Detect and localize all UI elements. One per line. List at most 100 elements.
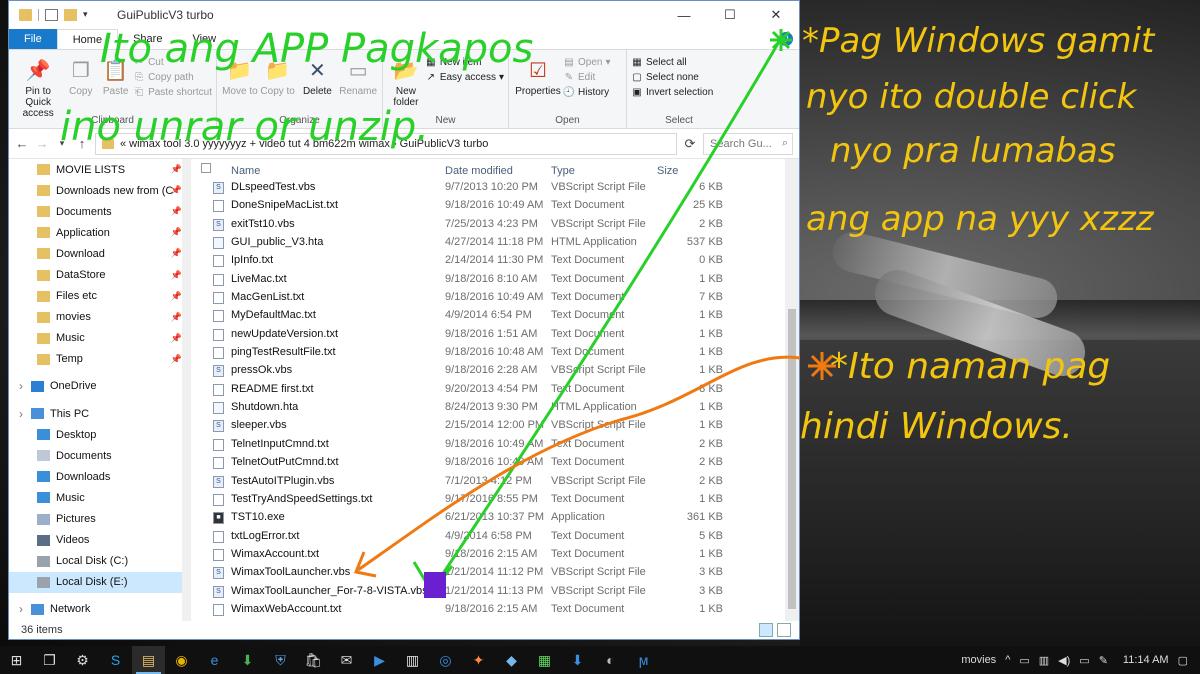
tray-label[interactable]: movies	[961, 654, 996, 666]
network-tool-icon[interactable]: ◎	[429, 646, 462, 674]
up-arrow-icon[interactable]: ↑	[75, 136, 89, 151]
nav-pc-7[interactable]: Local Disk (E:)	[9, 571, 190, 593]
file-row[interactable]: README first.txt 9/20/2013 4:54 PM Text Do…	[191, 381, 785, 399]
store-icon[interactable]: 🛍	[297, 646, 330, 674]
file-row[interactable]: SexitTst10.vbs 7/25/2013 4:23 PM VBScript …	[191, 216, 785, 234]
move-to-button[interactable]: 📁 Move to	[221, 54, 259, 98]
col-size[interactable]: Size	[657, 165, 678, 177]
file-explorer-icon[interactable]: ▤	[132, 646, 165, 674]
copy-path-button[interactable]: ⎘ Copy path	[133, 71, 212, 83]
col-type[interactable]: Type	[551, 165, 575, 177]
file-row[interactable]: LiveMac.txt 9/18/2016 8:10 AM Text Documen…	[191, 271, 785, 289]
skype-icon[interactable]: S	[99, 646, 132, 674]
customize-toolbar-icon[interactable]: ▾	[83, 9, 91, 21]
easy-access-button[interactable]: ↗ Easy access ▾	[425, 71, 504, 83]
file-row[interactable]: GUI_public_V3.hta 4/27/2014 11:18 PM HTML …	[191, 234, 785, 252]
navigation-pane[interactable]: MOVIE LISTS 📌 Downloads new from (C 📌 Docume…	[9, 159, 191, 621]
help-icon[interactable]: ?	[779, 32, 793, 46]
file-row[interactable]: MacGenList.txt 9/18/2016 10:49 AM Text Doc…	[191, 289, 785, 307]
forward-arrow-icon[interactable]: →	[35, 136, 49, 151]
nav-quick-0[interactable]: MOVIE LISTS 📌	[9, 159, 190, 180]
maximize-button[interactable]: ☐	[707, 1, 753, 29]
refresh-icon[interactable]: ⟳	[683, 136, 697, 152]
copy-button[interactable]: ❐ Copy	[63, 54, 98, 98]
col-name[interactable]: Name	[231, 165, 260, 177]
expand-chevron-icon[interactable]: ›	[19, 602, 23, 616]
edge-icon[interactable]: e	[198, 646, 231, 674]
nav-quick-1[interactable]: Downloads new from (C 📌	[9, 180, 190, 201]
new-folder-icon[interactable]	[64, 9, 77, 21]
file-row[interactable]: txtLogError.txt 4/9/2014 6:58 PM Text Docu…	[191, 528, 785, 546]
file-row[interactable]: Shutdown.hta 8/24/2013 9:30 PM HTML Applic…	[191, 399, 785, 417]
shield-icon[interactable]: ⛨	[264, 646, 297, 674]
notes-icon[interactable]: ▥	[396, 646, 429, 674]
file-row[interactable]: IpInfo.txt 2/14/2014 11:30 PM Text Documen…	[191, 252, 785, 270]
nav-network[interactable]: › Network	[9, 599, 190, 620]
file-row[interactable]: WimaxAccount.txt 9/18/2016 2:15 AM Text Do…	[191, 546, 785, 564]
history-button[interactable]: 🕘 History	[563, 86, 611, 98]
paste-shortcut-button[interactable]: ⎗ Paste shortcut	[133, 86, 212, 98]
pen-icon[interactable]: ✎	[1099, 654, 1108, 667]
start-windows-icon[interactable]: ⊞	[0, 646, 33, 674]
arrow-download-icon[interactable]: ⬇	[561, 646, 594, 674]
details-view-icon[interactable]	[759, 623, 773, 637]
file-row[interactable]: ■ TST10.exe 6/21/2013 10:37 PM Application 3…	[191, 509, 785, 527]
properties-check-icon[interactable]	[45, 9, 58, 21]
tab-view[interactable]: View	[177, 29, 231, 49]
file-row[interactable]: SpressOk.vbs 9/18/2016 2:28 AM VBScript Sc…	[191, 362, 785, 380]
nav-quick-6[interactable]: Files etc 📌	[9, 286, 190, 307]
volume-icon[interactable]: ◀)	[1058, 654, 1070, 667]
display-icon[interactable]: ▭	[1019, 654, 1029, 667]
settings-gear-icon[interactable]: ⚙	[66, 646, 99, 674]
nav-this-pc[interactable]: › This PC	[9, 403, 190, 424]
video-player-icon[interactable]: ▶	[363, 646, 396, 674]
nav-pc-1[interactable]: Documents	[9, 445, 190, 466]
nav-quick-7[interactable]: movies 📌	[9, 307, 190, 328]
action-center-icon[interactable]: ▢	[1178, 654, 1188, 667]
tab-file[interactable]: File	[9, 29, 57, 49]
malwarebytes-icon[interactable]: ϻ	[627, 646, 660, 674]
power-icon[interactable]: ▭	[1079, 654, 1089, 667]
file-row[interactable]: S WimaxToolLauncher.vbs 1/21/2014 11:12 PM…	[191, 564, 785, 582]
file-row[interactable]: TestTryAndSpeedSettings.txt 9/17/2016 8:5…	[191, 491, 785, 509]
chrome-icon[interactable]: ◉	[165, 646, 198, 674]
delete-button[interactable]: ✕ Delete	[297, 54, 339, 98]
download-manager-icon[interactable]: ⬇	[231, 646, 264, 674]
mail-icon[interactable]: ✉	[330, 646, 363, 674]
nav-quick-2[interactable]: Documents 📌	[9, 201, 190, 222]
file-row[interactable]: WimaxWebAccount.txt 9/18/2016 2:15 AM Text…	[191, 601, 785, 619]
open-button[interactable]: ▤ Open ▾	[563, 56, 610, 68]
rename-button[interactable]: ▭ Rename	[338, 54, 378, 98]
invert-selection-button[interactable]: ▣ Invert selection	[631, 86, 713, 98]
task-view-icon[interactable]: ❐	[33, 646, 66, 674]
camera-icon[interactable]: ◐	[594, 646, 627, 674]
tab-home[interactable]: Home	[56, 29, 119, 49]
file-row[interactable]: S TestAutoITPlugin.vbs 7/1/2013 4:12 PM VBS…	[191, 473, 785, 491]
new-folder-button[interactable]: 📂 New folder	[387, 54, 425, 109]
nav-pc-6[interactable]: Local Disk (C:)	[9, 551, 190, 572]
minimize-button[interactable]: —	[661, 1, 707, 29]
nav-pc-5[interactable]: Videos	[9, 530, 190, 551]
file-row[interactable]: Ssleeper.vbs 2/15/2014 12:00 PM VBScript S…	[191, 417, 785, 435]
select-all-checkbox[interactable]	[201, 163, 211, 173]
address-field[interactable]: « wimax tool 3.0 yyyyyyyz + video tut 4 …	[95, 132, 677, 155]
nav-onedrive[interactable]: › OneDrive	[9, 376, 190, 397]
recent-locations-icon[interactable]: ▾	[55, 138, 69, 149]
app-icon[interactable]: ◆	[495, 646, 528, 674]
nav-pc-0[interactable]: Desktop	[9, 424, 190, 445]
pin-to-quick-access-button[interactable]: 📌 Pin to Quick access	[13, 54, 63, 120]
file-row[interactable]: TelnetOutPutCmnd.txt 9/18/2016 10:49 AM Te…	[191, 454, 785, 472]
close-button[interactable]: ✕	[753, 1, 799, 29]
col-date-modified[interactable]: Date modified	[445, 165, 513, 177]
file-list-scrollbar[interactable]	[785, 159, 799, 621]
scrollbar-thumb[interactable]	[788, 309, 796, 609]
nav-quick-5[interactable]: DataStore 📌	[9, 264, 190, 285]
nav-quick-4[interactable]: Download 📌	[9, 243, 190, 264]
paste-button[interactable]: 📋 Paste	[98, 54, 133, 98]
nav-pc-2[interactable]: Downloads	[9, 466, 190, 487]
back-arrow-icon[interactable]: ←	[15, 136, 29, 151]
edit-button[interactable]: ✎ Edit	[563, 71, 611, 83]
large-icons-view-icon[interactable]	[777, 623, 791, 637]
nav-pc-4[interactable]: Pictures	[9, 509, 190, 530]
title-bar[interactable]: ▾ GuiPublicV3 turbo — ☐ ✕	[9, 1, 799, 29]
